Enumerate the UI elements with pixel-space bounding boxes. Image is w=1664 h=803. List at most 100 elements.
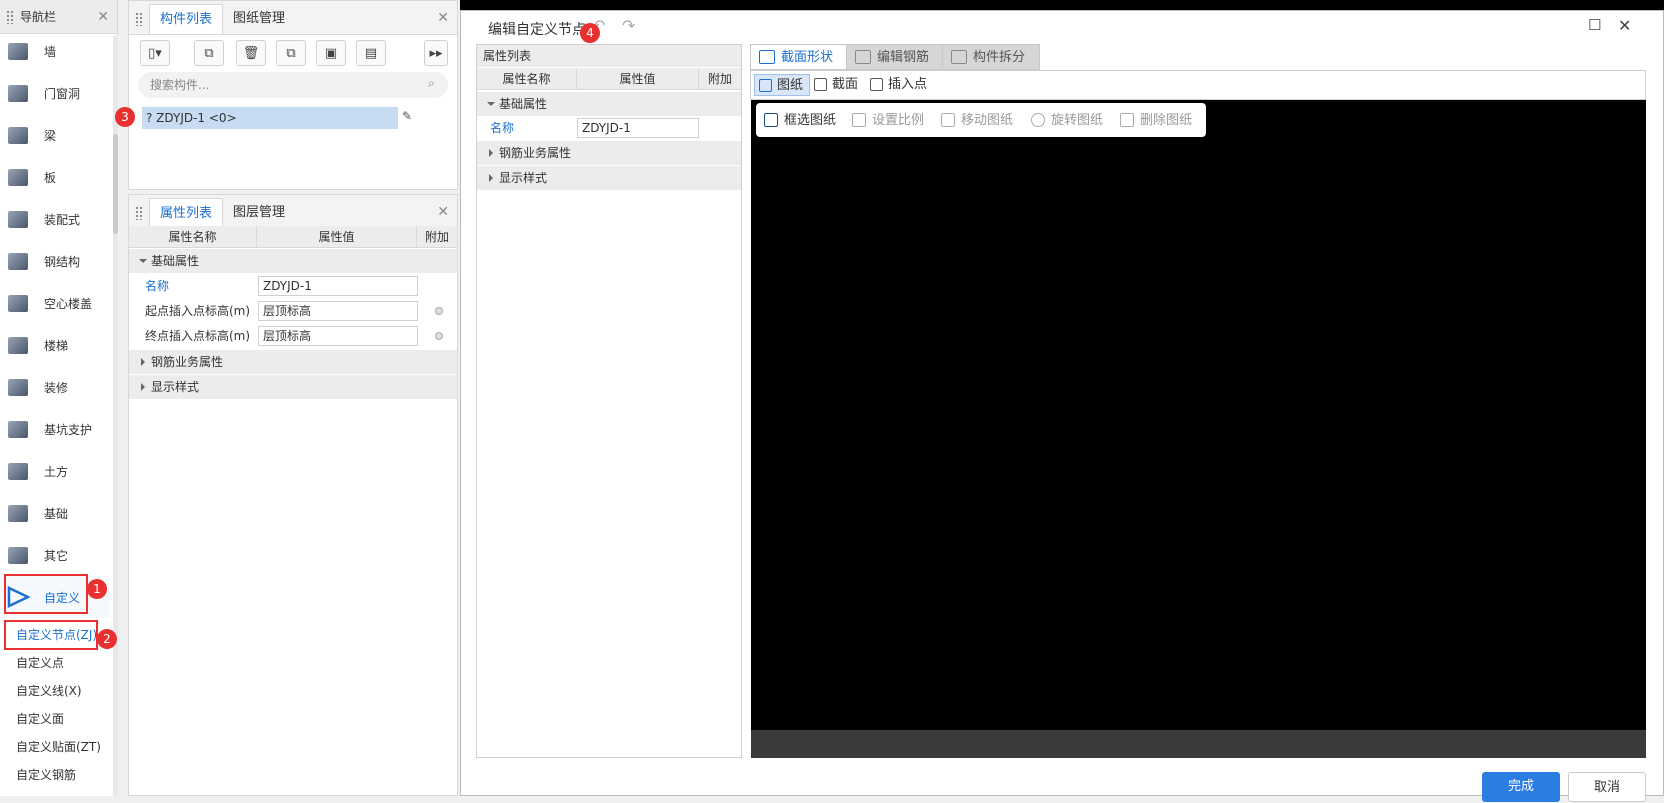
steel-structure-icon [6,250,30,272]
tab-label: 构件拆分 [973,50,1026,65]
nav-item-label: 基础 [44,506,69,521]
other-icon [6,544,30,566]
section-display-style[interactable]: 显示样式 [129,375,457,399]
dialog-section-rebar[interactable]: 钢筋业务属性 [477,141,741,165]
nav-item-other[interactable]: 其它 [0,534,110,576]
set-scale-button[interactable]: 设置比例 [852,110,924,132]
nav-header: 导航栏 ✕ [0,0,117,34]
select-drawing-button[interactable]: 框选图纸 [764,110,836,132]
prop-value-end-elev[interactable]: 层顶标高 [258,326,418,346]
canvas-status-bar [751,730,1646,758]
extra-checkbox[interactable] [435,332,443,340]
subtab-section[interactable]: 截面 [810,74,858,96]
subitem-custom-facing[interactable]: 自定义贴面(ZT) [16,738,101,755]
nav-item-label: 装配式 [44,212,81,227]
stairs-icon [6,334,30,356]
move-icon [941,113,955,127]
slab-icon [6,166,30,188]
navigation-panel: 导航栏 ✕ 墙 门窗洞 梁 板 装配式 钢结构 空心楼盖 楼梯 装修 基坑支护 … [0,0,118,796]
earthwork-icon [6,460,30,482]
rotate-drawing-button[interactable]: 旋转图纸 [1031,110,1103,132]
close-icon[interactable]: ✕ [97,9,109,25]
component-search-input[interactable]: 搜索构件... [138,72,448,98]
import-icon: ▣ [324,45,338,61]
frame-select-icon [764,113,778,127]
subitem-custom-line[interactable]: 自定义线(X) [16,682,82,699]
nav-item-pit-support[interactable]: 基坑支护 [0,408,110,450]
finish-button[interactable]: 完成 [1482,772,1560,802]
nav-item-prefab[interactable]: 装配式 [0,198,110,240]
more-button[interactable]: ▸▸ [424,40,448,66]
new-component-button[interactable]: ▯▾ [140,40,170,66]
dialog-title: 编辑自定义节点 [488,22,586,38]
close-icon[interactable]: ✕ [437,10,449,26]
nav-item-decoration[interactable]: 装修 [0,366,110,408]
hollow-floor-icon [6,292,30,314]
section-rebar-props[interactable]: 钢筋业务属性 [129,350,457,374]
subitem-custom-face[interactable]: 自定义面 [16,710,64,727]
edit-section-icon[interactable]: ✎ [402,109,412,123]
tab-section-shape[interactable]: 截面形状 [750,44,849,70]
dialog-section-basic[interactable]: 基础属性 [477,92,741,116]
nav-item-wall[interactable]: 墙 [0,30,110,72]
property-panel-tabs: 属性列表 图层管理 ✕ [129,195,457,229]
subitem-custom-point[interactable]: 自定义点 [16,654,64,671]
drag-handle-icon[interactable] [135,12,143,26]
nav-item-opening[interactable]: 门窗洞 [0,72,110,114]
drawing-canvas[interactable] [751,100,1646,730]
close-icon[interactable]: ✕ [437,204,449,220]
tab-component-list[interactable]: 构件列表 [149,4,224,34]
subtab-drawing[interactable]: 图纸 [754,74,811,96]
nav-item-foundation[interactable]: 基础 [0,492,110,534]
wall-icon [6,40,30,62]
import-button[interactable]: ▣ [316,40,346,66]
move-drawing-button[interactable]: 移动图纸 [941,110,1013,132]
redo-icon[interactable]: ↷ [622,16,635,35]
drag-handle-icon[interactable] [6,9,14,24]
close-icon[interactable]: ✕ [1618,16,1631,35]
maximize-icon[interactable]: ☐ [1588,16,1601,34]
col-property-value: 属性值 [577,68,699,89]
nav-item-earthwork[interactable]: 土方 [0,450,110,492]
export-icon: ▤ [364,45,378,61]
subitem-custom-rebar[interactable]: 自定义钢筋 [16,766,76,783]
pit-support-icon [6,418,30,440]
drag-handle-icon[interactable] [135,206,143,220]
delete-drawing-button[interactable]: 删除图纸 [1120,110,1192,132]
tab-property-list[interactable]: 属性列表 [149,198,224,228]
tab-layer-manage[interactable]: 图层管理 [223,198,295,228]
section-basic-props[interactable]: 基础属性 [129,249,457,273]
dialog-property-title: 属性列表 [477,45,741,67]
dialog-section-display[interactable]: 显示样式 [477,166,741,190]
foundation-icon [6,502,30,524]
nav-item-hollow-floor[interactable]: 空心楼盖 [0,282,110,324]
rotate-icon [1031,113,1045,127]
tool-label: 设置比例 [872,113,925,128]
component-item[interactable]: ? ZDYJD-1 <0> [142,107,398,129]
door-window-icon [6,82,30,104]
nav-item-beam[interactable]: 梁 [0,114,110,156]
tab-drawing-manage[interactable]: 图纸管理 [223,4,295,34]
nav-item-slab[interactable]: 板 [0,156,110,198]
copy-button[interactable]: ⧉ [194,40,224,66]
copy-to-floor-button[interactable]: ⧉ [276,40,306,66]
subtab-insert-point[interactable]: 插入点 [866,74,927,96]
col-extra: 附加 [424,230,449,244]
dialog-prop-value-name[interactable]: ZDYJD-1 [577,118,699,138]
delete-button[interactable]: 🗑 [236,40,266,66]
prop-label-start-elev: 起点插入点标高(m) [145,304,251,318]
layers-copy-icon: ⧉ [286,45,296,61]
export-button[interactable]: ▤ [356,40,386,66]
section-shape-icon [759,50,775,64]
search-icon: ⌕ [428,76,435,90]
nav-scrollbar[interactable] [113,36,118,796]
extra-checkbox[interactable] [435,307,443,315]
nav-item-steel[interactable]: 钢结构 [0,240,110,282]
tab-split-component[interactable]: 构件拆分 [942,44,1041,70]
nav-item-stairs[interactable]: 楼梯 [0,324,110,366]
tab-edit-rebar[interactable]: 编辑钢筋 [846,44,945,70]
tab-label: 截面形状 [781,50,834,65]
prop-value-name[interactable]: ZDYJD-1 [258,276,418,296]
prop-value-start-elev[interactable]: 层顶标高 [258,301,418,321]
cancel-button[interactable]: 取消 [1568,772,1646,802]
